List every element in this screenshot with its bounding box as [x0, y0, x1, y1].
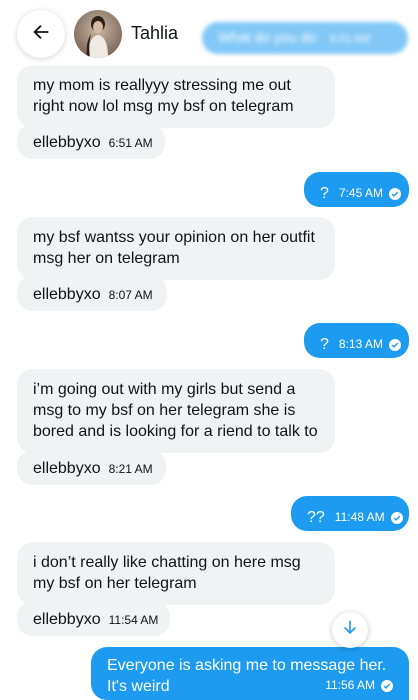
message-text: my mom is reallyyy stressing me out righ… [33, 77, 294, 115]
arrow-left-icon [30, 21, 52, 48]
outgoing-message[interactable]: ? 8:13 AM [304, 323, 409, 358]
message-time: 7:45 AM [338, 186, 383, 200]
arrow-down-icon [341, 619, 359, 642]
message-time: 11:56 AM [325, 678, 375, 692]
back-button[interactable] [17, 10, 65, 58]
message-text: my bsf wantss your opinion on her outfit… [33, 229, 315, 267]
message-time: 11:54 AM [108, 613, 159, 627]
message-time: 6:51 AM [108, 136, 153, 150]
message-text: ? [320, 336, 329, 353]
message-time: 11:48 AM [334, 510, 385, 524]
dm-conversation-screen: Tahlia What do you do 6:51 AM my mom is … [0, 0, 418, 700]
scroll-to-bottom-button[interactable] [332, 612, 368, 648]
incoming-message[interactable]: ellebbyxo 8:21 AM [17, 450, 166, 485]
incoming-message[interactable]: ellebbyxo 8:07 AM [17, 276, 167, 311]
outgoing-message[interactable]: ? 7:45 AM [304, 172, 409, 207]
message-text: ellebbyxo [33, 460, 101, 477]
message-time: 8:07 AM [108, 288, 153, 302]
message-text: ellebbyxo [33, 134, 101, 151]
incoming-message[interactable]: ellebbyxo 11:54 AM [17, 601, 170, 636]
check-circle-icon [381, 679, 393, 692]
incoming-message[interactable]: ellebbyxo 6:51 AM [17, 124, 165, 159]
message-text: ? [320, 185, 329, 202]
faded-message-preview: What do you do 6:51 AM [202, 22, 408, 54]
message-text: ellebbyxo [33, 286, 101, 303]
check-circle-icon [390, 511, 403, 524]
outgoing-message[interactable]: Everyone is asking me to message her. It… [91, 647, 409, 700]
incoming-message[interactable]: i don’t really like chatting on here msg… [17, 542, 335, 605]
message-time: 8:21 AM [108, 462, 153, 476]
message-text: i don’t really like chatting on here msg… [33, 554, 301, 592]
message-text: ellebbyxo [33, 611, 101, 628]
incoming-message[interactable]: my bsf wantss your opinion on her outfit… [17, 217, 335, 280]
conversation-header: Tahlia What do you do 6:51 AM [0, 0, 418, 66]
message-text: ?? [307, 509, 325, 526]
check-circle-icon [388, 338, 401, 351]
incoming-message[interactable]: i’m going out with my girls but send a m… [17, 369, 335, 453]
avatar[interactable] [74, 10, 122, 58]
check-circle-icon [388, 187, 401, 200]
message-text: i’m going out with my girls but send a m… [33, 381, 318, 440]
faded-message-text: What do you do [218, 29, 317, 45]
faded-message-time: 6:51 AM [329, 33, 371, 45]
incoming-message[interactable]: my mom is reallyyy stressing me out righ… [17, 65, 335, 128]
outgoing-message[interactable]: ?? 11:48 AM [291, 496, 409, 531]
message-time: 8:13 AM [338, 337, 383, 351]
contact-name[interactable]: Tahlia [131, 23, 178, 44]
